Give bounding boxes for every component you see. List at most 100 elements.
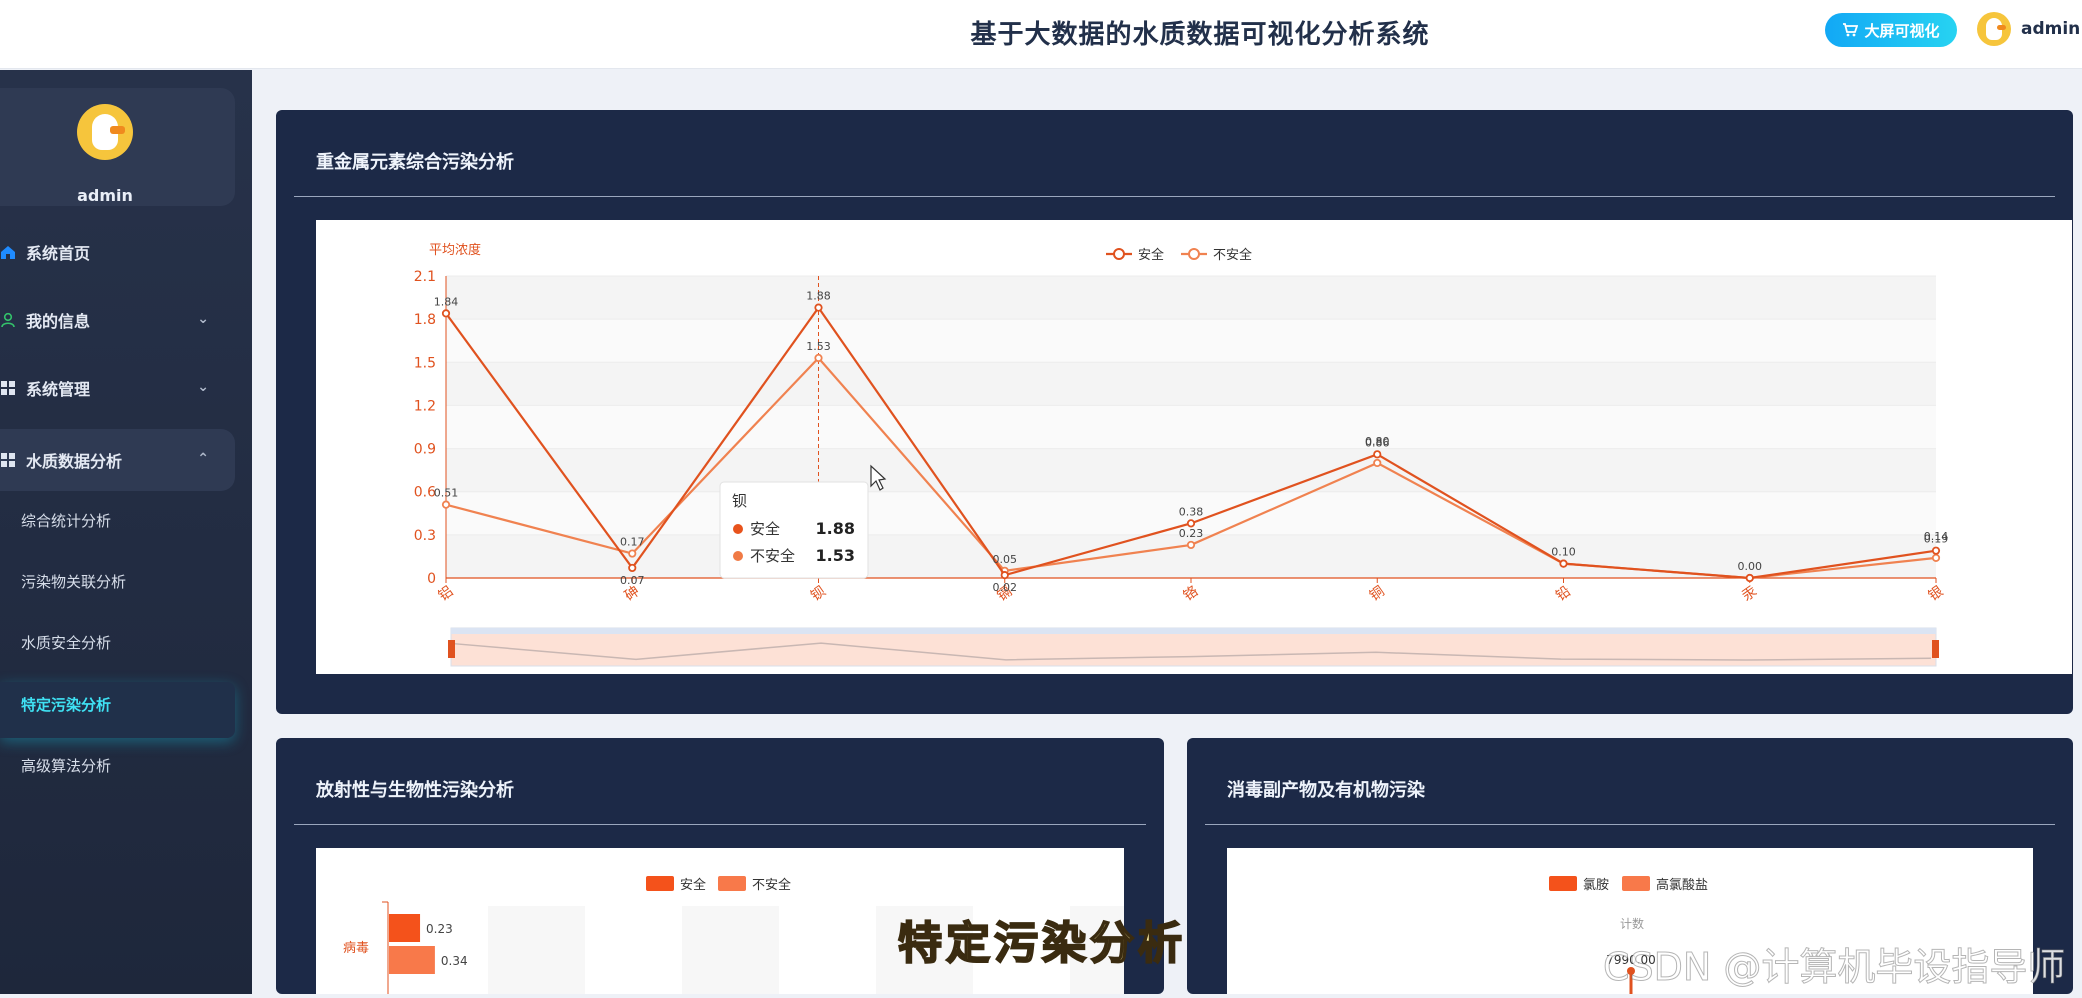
legend-label: 不安全 [752,877,791,893]
datazoom-top-bar [451,628,1936,634]
data-point [441,309,451,318]
data-point [628,549,637,558]
y-tick-label: 1.5 [414,355,436,371]
y-tick-label: 2.1 [414,269,436,285]
data-label: 0.10 [1551,546,1576,559]
data-point [1745,573,1754,583]
watermark: CSDN @计算机毕设指导师 [1602,945,2066,990]
grid-band [488,906,585,994]
tooltip-series-name: 安全 [750,520,780,538]
tooltip-category: 钡 [732,492,747,510]
sidebar-item-label: 系统首页 [26,244,91,263]
heavy-metal-line-chart[interactable]: 00.30.60.91.21.51.82.1平均浓度铝砷钡镉铬铜铅汞银1.840… [316,220,2072,674]
legend-label: 不安全 [1213,247,1252,263]
profile-name: admin [77,186,133,205]
sidebar-item-home[interactable]: 系统首页 [0,224,235,280]
legend-label: 安全 [680,877,706,893]
data-label: 0.80 [1365,435,1390,448]
tooltip-marker [733,524,743,534]
bar [389,914,421,942]
data-label: 1.84 [434,295,459,308]
tooltip-value: 1.53 [816,546,855,565]
x-tick-label: 钡 [808,583,829,604]
panel-title: 放射性与生物性污染分析 [316,780,514,801]
cart-icon [1843,23,1859,37]
heavy-metal-panel: 重金属元素综合污染分析 0 0.3 0.6 0.9 1.2 1.5 1.8 2.1 平均浓度铝砷… [276,110,2073,714]
data-label: 0.02 [993,581,1018,594]
bigscreen-button[interactable]: 大屏可视化 [1825,13,1957,47]
data-label: 0.51 [434,487,459,500]
grid-icon [1,381,15,395]
chevron-down-icon: ⌄ [197,379,209,395]
sidebar-item-water-analysis[interactable]: 水质数据分析 ⌃ [0,429,235,491]
heavy-metal-chart-container: 0 0.3 0.6 0.9 1.2 1.5 1.8 2.1 平均浓度铝砷钡镉铬铜铅汞银 1.84 0… [316,220,2072,674]
y-tick-label: 0.6 [414,485,436,501]
y-tick-label: 0.9 [414,442,436,458]
data-label: 0.14 [1924,530,1949,543]
data-point [1186,540,1196,550]
y-tick-label: 1.2 [414,398,436,414]
grid-band [446,362,1936,406]
data-label: 1.88 [806,290,831,303]
data-label: 0.23 [1179,527,1204,540]
data-label: 0.38 [1179,505,1204,518]
x-tick-label: 铜 [1367,583,1388,604]
user-icon [1,312,15,328]
username: admin [2021,19,2081,39]
grid-band [779,906,876,994]
legend-swatch [646,876,674,891]
data-point [814,353,823,363]
data-point [1186,519,1196,528]
submenu-item-pollutant-correlation[interactable]: 污染物关联分析 [21,571,126,592]
tooltip-value: 1.88 [816,519,855,538]
submenu-item-water-safety[interactable]: 水质安全分析 [21,632,111,653]
data-label: 0.17 [620,536,645,549]
x-tick-label: 铅 [1553,583,1574,604]
x-tick-label: 铝 [436,583,457,604]
legend-label: 安全 [1138,247,1164,263]
data-label: 0.34 [441,954,468,968]
grid-band [446,448,1936,492]
data-point [1373,458,1382,468]
sidebar-item-my-info[interactable]: 我的信息 ⌄ [0,292,235,348]
legend-marker [1113,248,1125,260]
sidebar-item-system-management[interactable]: 系统管理 ⌄ [0,360,235,416]
bigscreen-label: 大屏可视化 [1864,21,1940,40]
user-menu[interactable]: admin ▼ [1977,12,2082,46]
data-point [1373,450,1382,459]
submenu-item-comprehensive-stats[interactable]: 综合统计分析 [21,510,111,531]
legend-swatch [718,876,746,891]
data-point [441,500,451,509]
legend-swatch [1549,876,1577,891]
panel-divider [294,196,2055,197]
tooltip-series-name: 不安全 [750,547,795,565]
sidebar-item-label: 系统管理 [26,380,91,399]
avatar [1977,12,2011,46]
data-label: 1.53 [806,340,831,353]
x-tick-label: 银 [1926,583,1947,604]
chevron-up-icon: ⌃ [197,451,209,467]
data-point [628,563,637,573]
data-point [1000,571,1009,580]
profile-card: admin [0,88,235,206]
y-tick-label: 病毒 [343,941,369,956]
data-point [814,303,823,312]
data-label: 0.00 [1738,560,1763,573]
legend-marker [1188,248,1200,260]
y-axis-label: 计数 [1620,916,1644,931]
submenu-item-specific-pollution[interactable]: 特定污染分析 [21,694,111,715]
sidebar-item-label: 我的信息 [26,312,91,331]
grid-band [446,405,1936,449]
legend-label: 氯胺 [1583,878,1609,893]
chevron-down-icon: ⌄ [197,311,209,327]
bar [389,946,435,974]
sidebar-item-label: 水质数据分析 [26,452,123,471]
data-point [1931,546,1941,555]
y-axis-label: 平均浓度 [429,242,481,258]
video-caption: 特定污染分析 [897,917,1186,970]
top-bar: 基于大数据的水质数据可视化分析系统 大屏可视化 admin ▼ [0,0,2082,69]
submenu-item-advanced-algorithms[interactable]: 高级算法分析 [21,755,111,776]
panel-title: 消毒副产物及有机物污染 [1227,780,1425,801]
tooltip-marker [733,551,743,561]
datazoom-handle-right [1932,640,1939,658]
